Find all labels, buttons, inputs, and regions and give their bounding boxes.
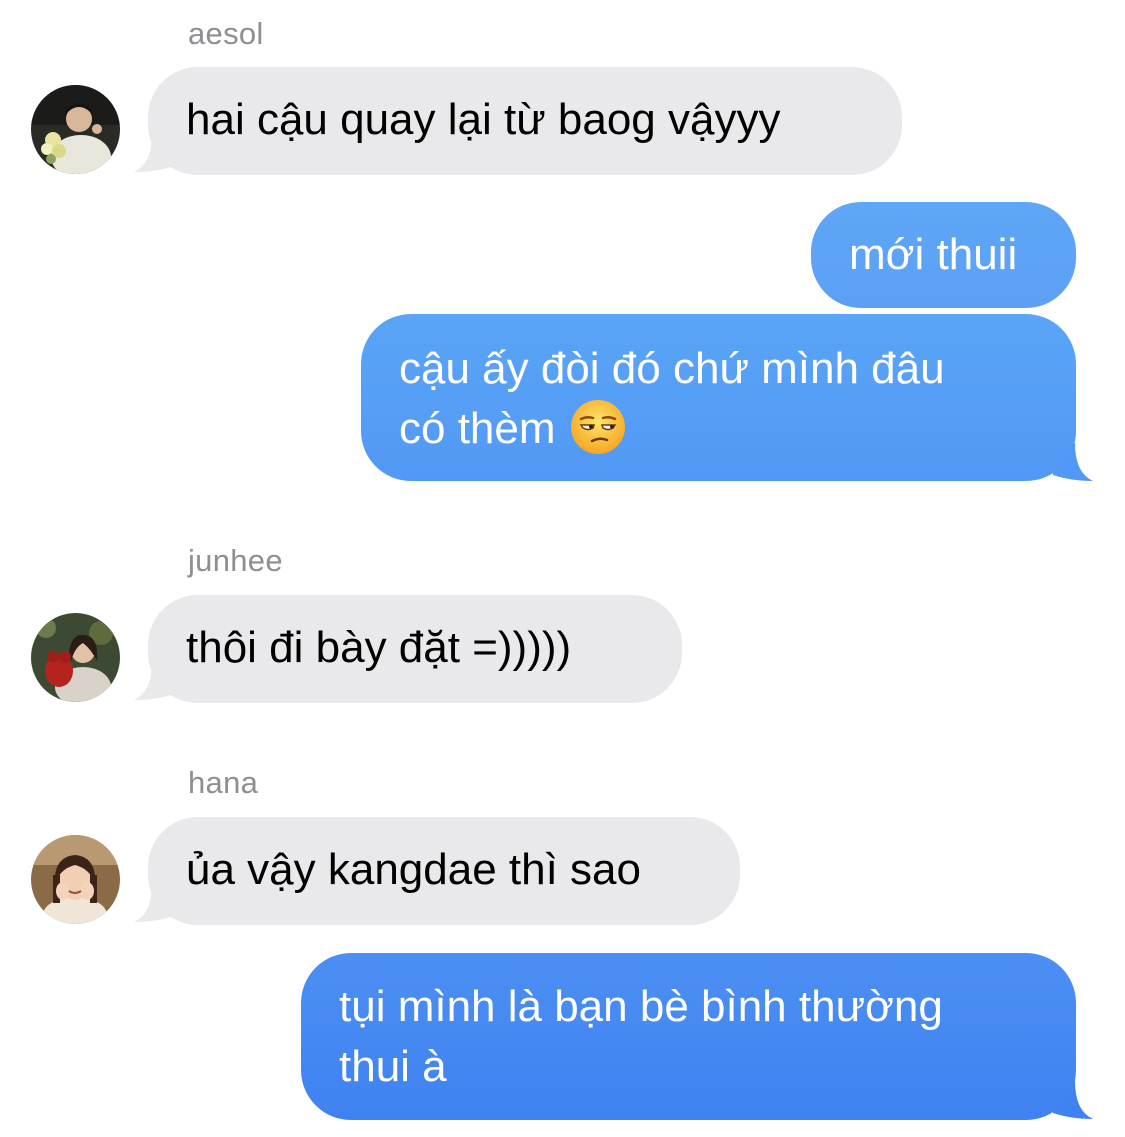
message-bubble-incoming[interactable]: hai cậu quay lại từ baog vậyyy <box>148 67 902 175</box>
message-bubble-outgoing[interactable]: tụi mình là bạn bè bình thường thui à <box>301 953 1076 1120</box>
avatar-aesol-image <box>31 85 120 174</box>
message-text: có thèm <box>399 404 556 453</box>
avatar-aesol[interactable] <box>31 85 120 174</box>
message-text-line: tụi mình là bạn bè bình thường <box>339 982 943 1031</box>
unamused-face-icon <box>570 399 626 455</box>
message-bubble-incoming[interactable]: thôi đi bày đặt =))))) <box>148 595 682 703</box>
message-bubble-incoming[interactable]: ủa vậy kangdae thì sao <box>148 817 740 925</box>
sender-name-junhee: junhee <box>188 543 283 578</box>
avatar-junhee-image <box>31 613 120 702</box>
message-text-line-with-emoji: có thèm <box>399 399 1040 459</box>
message-text: ủa vậy kangdae thì sao <box>186 845 641 894</box>
avatar-junhee[interactable] <box>31 613 120 702</box>
message-bubble-outgoing[interactable]: mới thuii <box>811 202 1076 308</box>
message-text-line: thui à <box>339 1042 447 1091</box>
avatar-hana[interactable] <box>31 835 120 924</box>
message-text: hai cậu quay lại từ baog vậyyy <box>186 95 781 144</box>
message-text: thôi đi bày đặt =))))) <box>186 623 572 672</box>
message-text: mới thuii <box>849 230 1018 279</box>
message-text-line: cậu ấy đòi đó chứ mình đâu <box>399 344 945 393</box>
avatar-hana-image <box>31 835 120 924</box>
sender-name-hana: hana <box>188 765 259 800</box>
sender-name-aesol: aesol <box>188 16 264 51</box>
message-bubble-outgoing[interactable]: cậu ấy đòi đó chứ mình đâu có thèm <box>361 314 1076 481</box>
